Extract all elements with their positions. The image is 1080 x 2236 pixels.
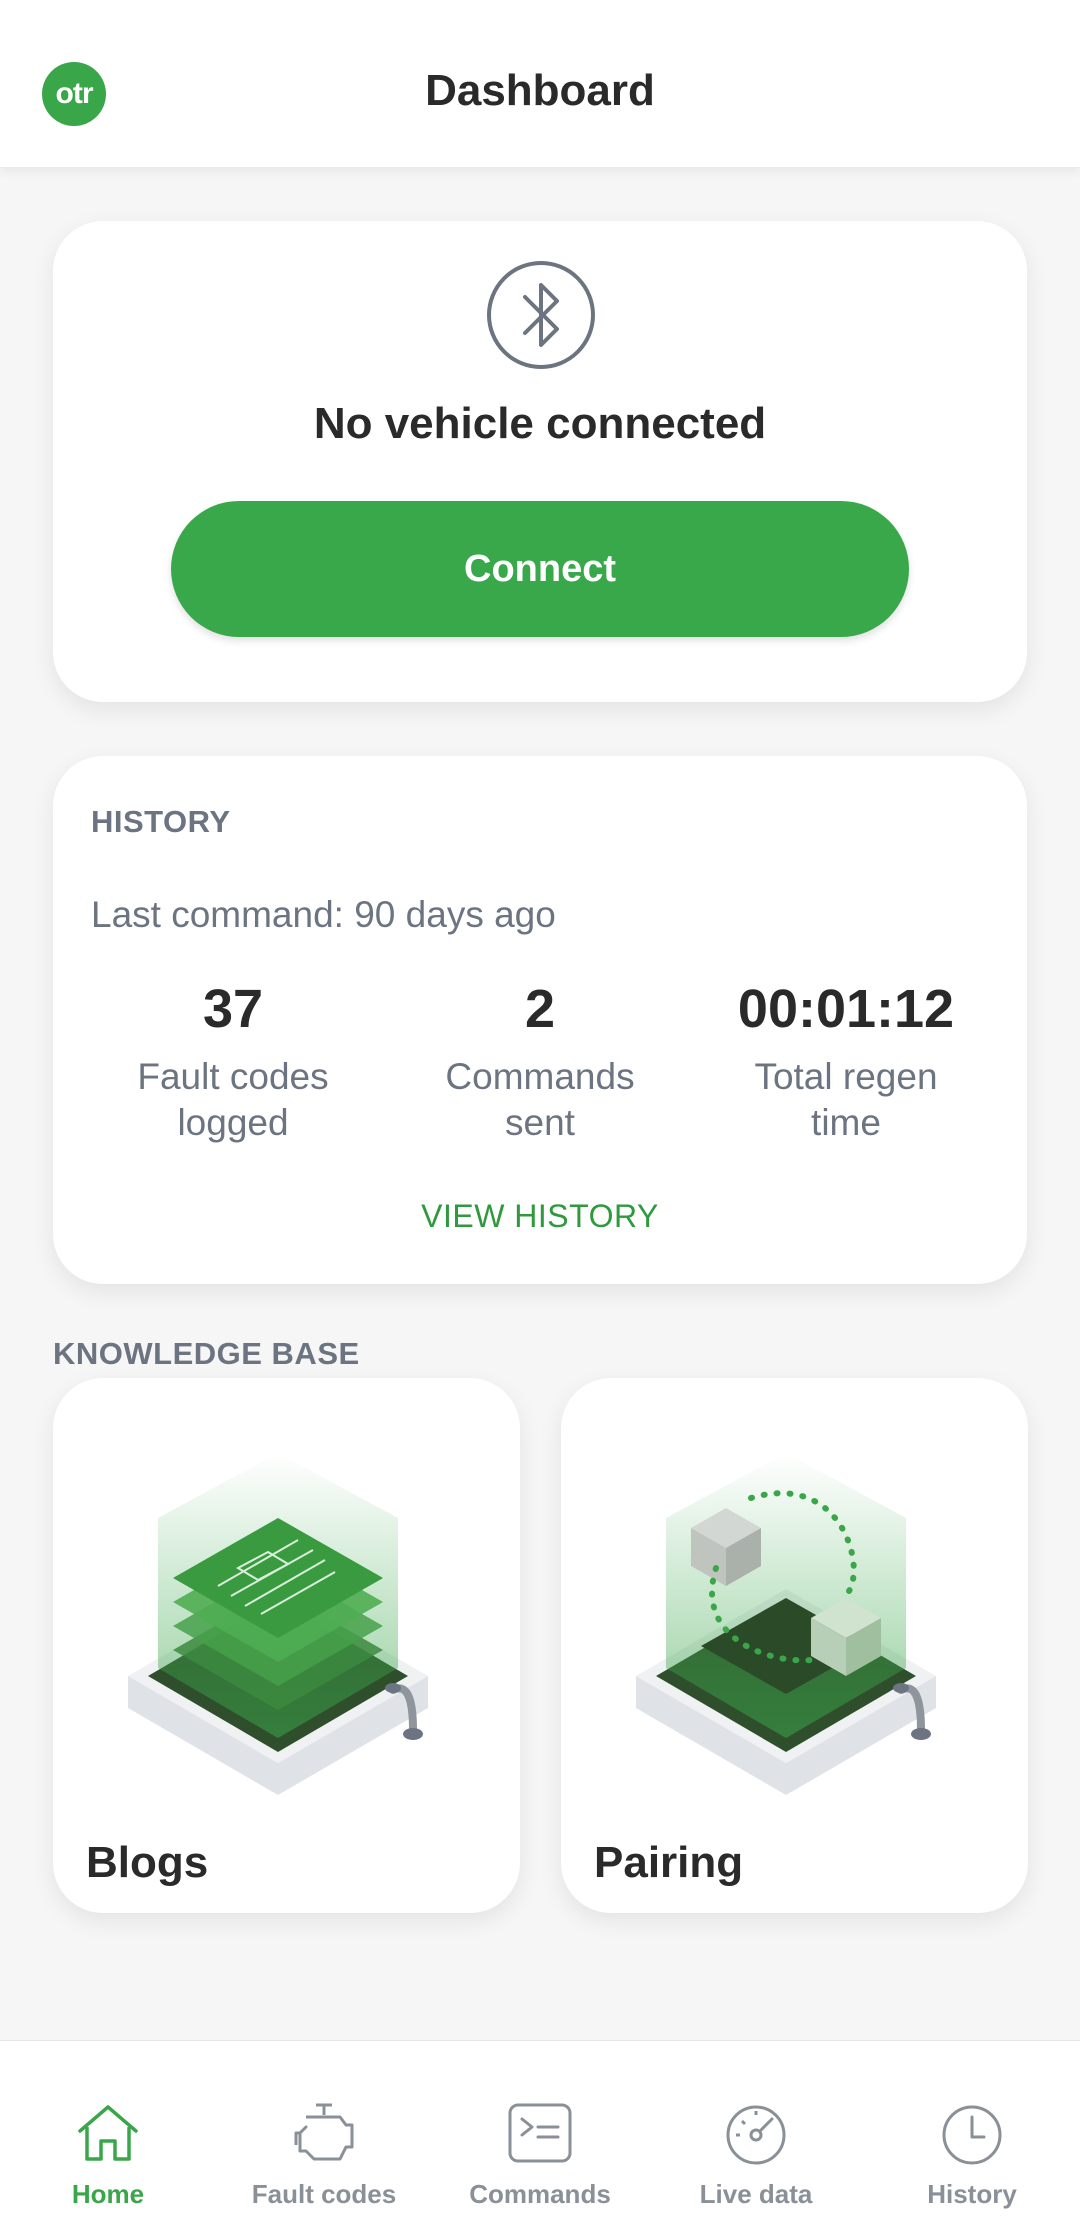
connect-button[interactable]: Connect [171, 501, 909, 637]
history-section-label: HISTORY [91, 804, 231, 839]
stat-value: 37 [202, 979, 264, 1039]
nav-label: Fault codes [251, 2179, 397, 2209]
nav-item-history[interactable]: History [864, 2097, 1080, 2210]
kb-card-title: Blogs [86, 1838, 209, 1887]
nav-item-commands[interactable]: Commands [432, 2097, 648, 2210]
stat-regen-time: 00:01:12 Total regen time [696, 978, 996, 1146]
stat-label: Commands sent [445, 1056, 635, 1143]
stat-label: Total regen time [754, 1056, 938, 1143]
history-card: HISTORY Last command: 90 days ago 37 Fau… [53, 756, 1027, 1284]
connection-status: No vehicle connected [313, 399, 767, 448]
nav-label: Live data [699, 2179, 813, 2209]
stat-commands-sent: 2 Commands sent [390, 978, 690, 1146]
stat-value: 00:01:12 [737, 979, 955, 1039]
home-icon [78, 2105, 138, 2161]
kb-card-title: Pairing [594, 1838, 744, 1887]
bluetooth-icon [487, 261, 595, 369]
blogs-illustration [128, 1453, 428, 1795]
knowledge-base-label: KNOWLEDGE BASE [53, 1336, 360, 1371]
kb-card-blogs[interactable]: Blogs [53, 1378, 520, 1913]
engine-icon [294, 2103, 354, 2161]
nav-label: Commands [469, 2179, 611, 2209]
nav-item-home[interactable]: Home [0, 2097, 216, 2210]
view-history-link[interactable]: VIEW HISTORY [53, 1198, 1027, 1235]
app-header: otr Dashboard [0, 0, 1080, 168]
pairing-illustration [636, 1453, 936, 1795]
nav-item-fault-codes[interactable]: Fault codes [216, 2097, 432, 2210]
page-title: Dashboard [425, 66, 655, 115]
nav-label: Home [71, 2179, 145, 2209]
nav-item-live-data[interactable]: Live data [648, 2097, 864, 2210]
gauge-icon [726, 2105, 786, 2165]
last-command-text: Last command: 90 days ago [91, 894, 556, 935]
stat-label: Fault codes logged [137, 1056, 329, 1143]
stat-value: 2 [524, 979, 556, 1039]
kb-card-pairing[interactable]: Pairing [561, 1378, 1028, 1913]
connection-card: No vehicle connected Connect [53, 221, 1027, 702]
clock-icon [942, 2105, 1002, 2165]
stat-fault-codes: 37 Fault codes logged [83, 978, 383, 1146]
bottom-navigation: Home Fault codes Commands Live data Hist… [0, 2040, 1080, 2236]
terminal-icon [508, 2103, 572, 2163]
nav-label: History [927, 2179, 1017, 2209]
